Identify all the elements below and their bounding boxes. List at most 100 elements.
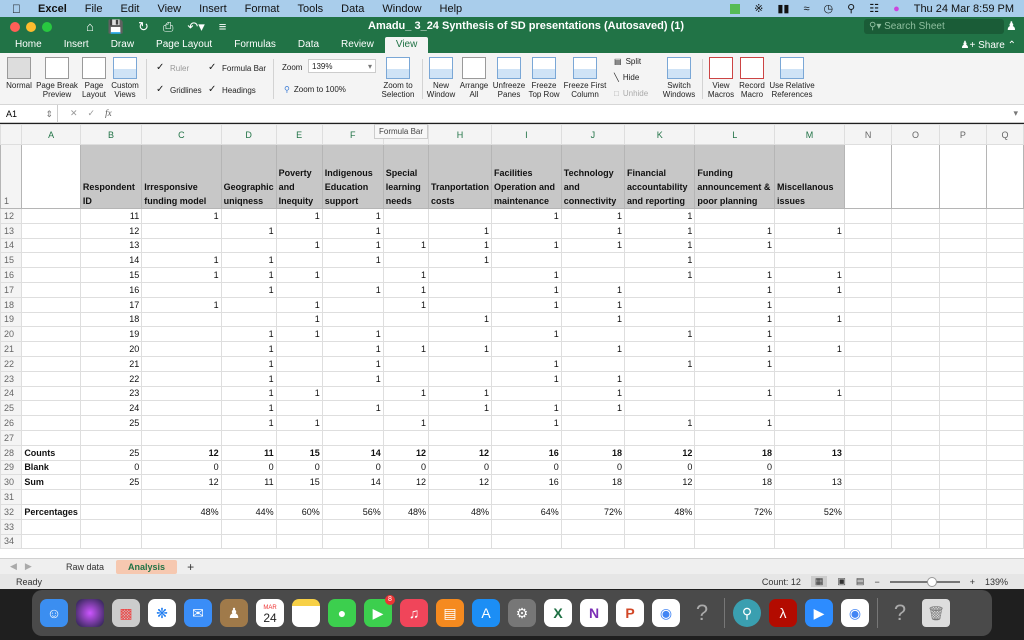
cell[interactable]	[986, 208, 1024, 224]
siri-icon[interactable]	[76, 599, 104, 627]
column-header[interactable]: A	[21, 124, 81, 145]
cell[interactable]	[624, 429, 696, 446]
cell[interactable]	[275, 281, 323, 298]
cell[interactable]: 12	[428, 444, 493, 461]
cell[interactable]: 1	[560, 370, 626, 387]
cell[interactable]	[141, 518, 222, 535]
cell[interactable]	[275, 341, 323, 357]
cell[interactable]	[891, 400, 940, 417]
row-header[interactable]: 23	[0, 370, 23, 387]
cell[interactable]: 1	[382, 385, 430, 402]
cell[interactable]	[275, 400, 323, 417]
cell[interactable]	[220, 518, 277, 535]
cell[interactable]	[774, 459, 845, 476]
row-header[interactable]: 30	[0, 474, 23, 491]
row-header[interactable]: 21	[0, 341, 23, 357]
cell[interactable]	[141, 355, 222, 372]
row-header[interactable]: 34	[0, 533, 23, 550]
cell[interactable]	[891, 474, 940, 491]
cell[interactable]: 1	[624, 222, 696, 239]
cell[interactable]: 0	[624, 459, 696, 476]
cell[interactable]: 1	[275, 311, 323, 328]
page-layout-view-button[interactable]: Page Layout	[80, 57, 108, 99]
cell[interactable]	[428, 296, 493, 313]
cell[interactable]	[938, 444, 988, 461]
trash-icon[interactable]: 🗑	[922, 599, 950, 627]
zoom-app-icon[interactable]: ▶	[805, 599, 833, 627]
cell[interactable]: 1	[428, 385, 493, 402]
cell[interactable]: 1	[382, 281, 430, 298]
cell[interactable]: 1	[560, 385, 626, 402]
split-button[interactable]: ▤ Split	[614, 57, 641, 66]
cell[interactable]: 16	[491, 474, 562, 491]
cell[interactable]: 1	[624, 208, 696, 224]
cell[interactable]: 1	[624, 355, 696, 372]
cell[interactable]	[321, 489, 384, 505]
zoom-out-button[interactable]: −	[874, 577, 879, 587]
messages-icon[interactable]: ●	[328, 599, 356, 627]
menu-excel[interactable]: Excel	[29, 3, 76, 15]
row-header[interactable]: 27	[0, 429, 23, 446]
cell[interactable]: 20	[79, 341, 143, 357]
cell[interactable]	[21, 400, 81, 417]
cell[interactable]	[843, 400, 893, 417]
cell[interactable]	[428, 533, 493, 550]
cell[interactable]: 11	[220, 444, 277, 461]
cell[interactable]: 1	[491, 400, 562, 417]
cell[interactable]	[428, 208, 493, 224]
cell[interactable]	[21, 296, 81, 313]
column-header[interactable]: P	[938, 124, 988, 145]
cell[interactable]	[843, 237, 893, 254]
cell[interactable]	[275, 429, 323, 446]
cell[interactable]: 17	[79, 296, 143, 313]
cell[interactable]: 1	[428, 341, 493, 357]
formula-bar-checkbox[interactable]: ✓ Formula Bar	[208, 63, 266, 73]
finder-icon[interactable]: ☺	[40, 599, 68, 627]
cell[interactable]: 1	[141, 296, 222, 313]
cell[interactable]: Sum	[21, 474, 81, 491]
cell[interactable]	[79, 429, 143, 446]
contacts-icon[interactable]: ♟	[220, 599, 248, 627]
mail-icon[interactable]: ✉	[184, 599, 212, 627]
menu-data[interactable]: Data	[332, 3, 373, 15]
cell[interactable]	[843, 518, 893, 535]
menu-insert[interactable]: Insert	[190, 3, 236, 15]
header-cell[interactable]: Technology and connectivity	[560, 144, 626, 209]
cell[interactable]: 18	[560, 474, 626, 491]
cell[interactable]	[938, 503, 988, 520]
row-header[interactable]: 17	[0, 281, 23, 298]
cell[interactable]	[986, 326, 1024, 343]
cell[interactable]: 18	[694, 444, 776, 461]
cell[interactable]: 1	[382, 341, 430, 357]
cell[interactable]: 1	[321, 208, 384, 224]
menu-edit[interactable]: Edit	[111, 3, 148, 15]
row-header[interactable]: 25	[0, 400, 23, 417]
cell[interactable]: 1	[694, 237, 776, 254]
cell[interactable]: 1	[560, 222, 626, 239]
cell[interactable]	[891, 311, 940, 328]
cell[interactable]	[843, 267, 893, 283]
cell[interactable]	[938, 355, 988, 372]
cell[interactable]	[21, 341, 81, 357]
cell[interactable]: 0	[321, 459, 384, 476]
cell[interactable]: 1	[491, 237, 562, 254]
cell[interactable]	[891, 355, 940, 372]
close-window-button[interactable]	[10, 22, 20, 32]
cell[interactable]	[986, 296, 1024, 313]
search-sheet-input[interactable]: ⚲▾ Search Sheet	[864, 19, 1004, 34]
cell[interactable]: 1	[382, 415, 430, 431]
cell[interactable]	[141, 311, 222, 328]
cell[interactable]	[938, 400, 988, 417]
cell[interactable]	[694, 489, 776, 505]
powerpoint-icon[interactable]: P	[616, 599, 644, 627]
cell[interactable]	[220, 208, 277, 224]
cell[interactable]	[986, 385, 1024, 402]
cell[interactable]	[891, 533, 940, 550]
cell[interactable]	[624, 385, 696, 402]
menu-help[interactable]: Help	[431, 3, 472, 15]
cell[interactable]	[843, 503, 893, 520]
cell[interactable]	[843, 459, 893, 476]
cell[interactable]: 1	[220, 385, 277, 402]
cell[interactable]	[938, 429, 988, 446]
cell[interactable]	[891, 222, 940, 239]
